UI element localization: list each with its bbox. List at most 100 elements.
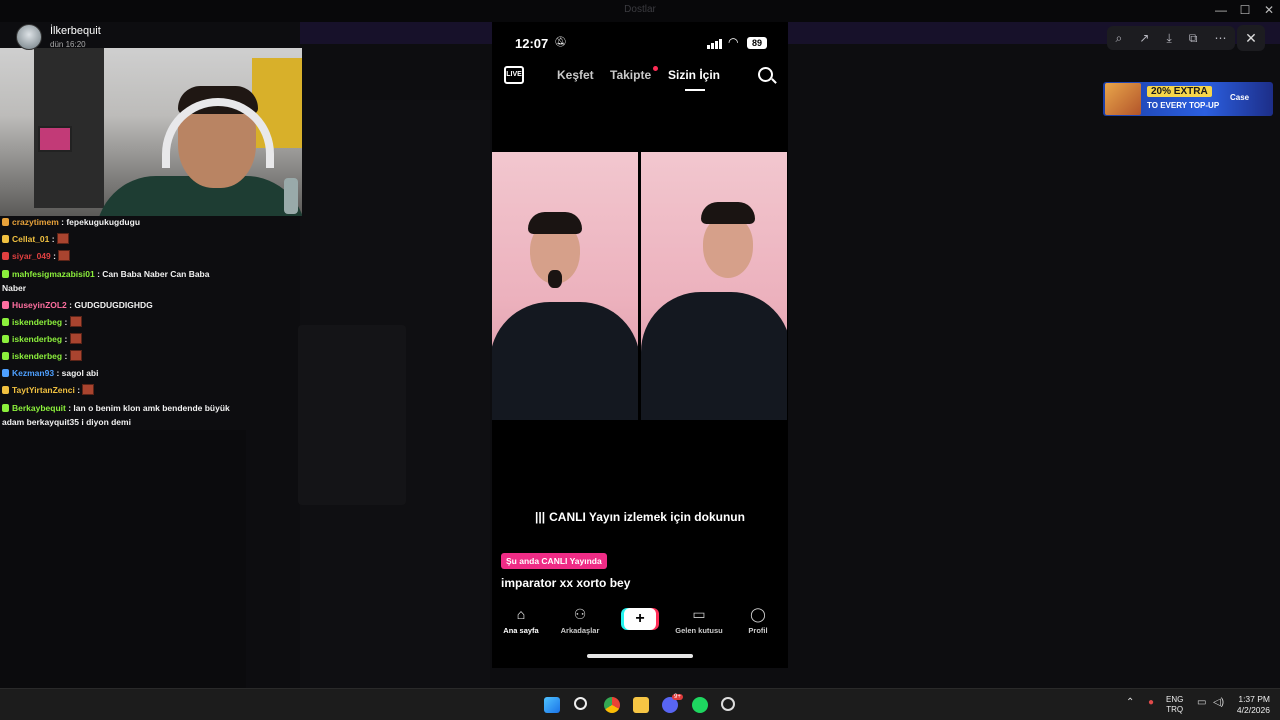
channel-avatar[interactable] (16, 24, 42, 50)
video-right[interactable] (641, 152, 787, 420)
signal-icon (707, 39, 723, 49)
chat-badge-icon (2, 318, 9, 326)
nav-friends[interactable]: ⚇ Arkadaşlar (551, 606, 609, 635)
webcam-monitor (38, 126, 72, 152)
chat-badge-icon (2, 386, 9, 394)
video-left[interactable] (492, 152, 638, 420)
viewer-toolbar: ⌕ ↗ ⤓ ⧉ ⋯ (1107, 26, 1235, 50)
video-left-jacket (492, 302, 638, 420)
clock-time: 1:37 PM (1238, 694, 1270, 704)
more-icon[interactable]: ⋯ (1214, 31, 1226, 45)
chat-username[interactable]: iskenderbeg (12, 351, 62, 361)
chat-text: : (51, 234, 55, 244)
chat-text: : (77, 385, 81, 395)
zoom-icon[interactable]: ⌕ (1116, 31, 1123, 46)
chrome-icon[interactable] (604, 697, 620, 713)
nav-friends-label: Arkadaşlar (560, 626, 600, 635)
video-right-face (703, 216, 753, 278)
chat-emote-icon (69, 350, 82, 361)
chat-emote-icon (82, 384, 95, 395)
friends-icon: ⚇ (573, 606, 587, 622)
chat-username[interactable]: iskenderbeg (12, 317, 62, 327)
window-close-button[interactable]: ✕ (1256, 3, 1280, 17)
lang-top: ENG (1166, 695, 1184, 704)
background-thumbnail (298, 325, 406, 505)
chat-username[interactable]: Berkaybequit (12, 403, 66, 413)
forward-icon[interactable]: ↗ (1139, 31, 1149, 45)
chat-message: HuseyinZOL2 : GUDGDUGDIGHDG (2, 297, 232, 314)
streamer-webcam (0, 48, 302, 216)
video-right-jacket (641, 292, 787, 420)
chat-emote-icon (58, 250, 71, 261)
nav-profile[interactable]: ◯ Profil (729, 606, 787, 635)
network-icon[interactable]: ▭ (1197, 697, 1206, 708)
chat-text: : (64, 317, 68, 327)
spotify-icon[interactable] (692, 697, 708, 713)
search-taskbar-icon[interactable] (574, 697, 587, 710)
live-stream-title[interactable]: imparator xx xorto bey (501, 576, 630, 590)
tray-chevron-icon[interactable]: ⌃ (1126, 697, 1134, 708)
live-prompt[interactable]: ||| CANLI Yayın izlemek için dokunun (492, 510, 788, 524)
download-icon[interactable]: ⤓ (1166, 31, 1171, 46)
live-prompt-text: CANLI Yayın izlemek için dokunun (549, 510, 745, 524)
video-left-hair (528, 212, 582, 234)
start-icon[interactable] (544, 697, 560, 713)
window-title: Dostlar (624, 4, 656, 15)
chat-username[interactable]: Cellat_01 (12, 234, 49, 244)
chat-username[interactable]: siyar_049 (12, 251, 51, 261)
chat-badge-icon (2, 235, 9, 243)
viewer-close-button[interactable]: ✕ (1237, 25, 1265, 51)
webcam-bottle (284, 178, 298, 214)
tab-kesfet[interactable]: Keşfet (557, 68, 594, 82)
channel-name[interactable]: İlkerbequit (50, 25, 101, 37)
profile-icon: ◯ (750, 606, 766, 622)
app-icon[interactable] (721, 697, 735, 711)
notification-dot (653, 66, 658, 71)
home-indicator (587, 654, 693, 658)
chat-badge-icon (2, 404, 9, 412)
microphone-icon[interactable]: ● (1148, 697, 1154, 708)
chat-message: TaytYirtanZenci : (2, 382, 232, 399)
chat-badge-icon (2, 252, 9, 260)
chat-emote-icon (69, 316, 82, 327)
nav-inbox-label: Gelen kutusu (675, 626, 723, 635)
video-right-hair (701, 202, 755, 224)
file-explorer-icon[interactable] (633, 697, 649, 713)
chat-username[interactable]: iskenderbeg (12, 334, 62, 344)
nav-profile-label: Profil (748, 626, 768, 635)
chat-username[interactable]: crazytimem (12, 217, 59, 227)
wifi-icon: ◠ (728, 35, 739, 49)
search-icon[interactable] (758, 67, 773, 82)
nav-home[interactable]: ⌂ Ana sayfa (492, 606, 550, 635)
lang-bottom: TRQ (1166, 705, 1184, 714)
chat-message: Kezman93 : sagol abi (2, 365, 232, 382)
chat-text: : fepekugukugdugu (61, 217, 141, 227)
clock-date: 4/2/2026 (1236, 705, 1270, 715)
chat-message: Cellat_01 : (2, 231, 232, 248)
tab-sizin-icin[interactable]: Sizin İçin (668, 68, 720, 82)
nav-inbox[interactable]: ▭ Gelen kutusu (670, 606, 728, 635)
ad-brand: Case (1230, 93, 1250, 102)
background-channel-list (0, 430, 246, 690)
live-icon[interactable]: LIVE (504, 66, 524, 84)
chat-text: : (64, 351, 68, 361)
tab-takipte[interactable]: Takipte (610, 68, 651, 82)
inbox-icon: ▭ (692, 606, 706, 622)
chat-username[interactable]: Kezman93 (12, 368, 54, 378)
chat-username[interactable]: TaytYirtanZenci (12, 385, 75, 395)
maximize-button[interactable]: ☐ (1232, 3, 1258, 17)
ad-banner[interactable]: 20% EXTRA TO EVERY TOP-UP Case (1103, 82, 1273, 116)
language-indicator[interactable]: ENG TRQ (1166, 695, 1183, 715)
chat-username[interactable]: HuseyinZOL2 (12, 300, 67, 310)
bottom-nav: ⌂ Ana sayfa ⚇ Arkadaşlar + ▭ Gelen kutus… (492, 600, 788, 650)
clock[interactable]: 1:37 PM 4/2/2026 (1222, 694, 1270, 716)
status-time: 12:07 (515, 36, 549, 51)
chat-text: : GUDGDUGDIGHDG (69, 300, 153, 310)
open-external-icon[interactable]: ⧉ (1189, 31, 1198, 46)
chat-text: : (53, 251, 56, 261)
phone-screen: 12:07 🔕︎ ◠ 89 LIVE Keşfet Takipte Sizin … (492, 22, 788, 668)
minimize-button[interactable]: — (1208, 3, 1234, 17)
chat-username[interactable]: mahfesigmazabisi01 (12, 269, 95, 279)
chat-message: mahfesigmazabisi01 : Can Baba Naber Can … (2, 265, 232, 297)
create-button[interactable]: + (624, 608, 656, 630)
